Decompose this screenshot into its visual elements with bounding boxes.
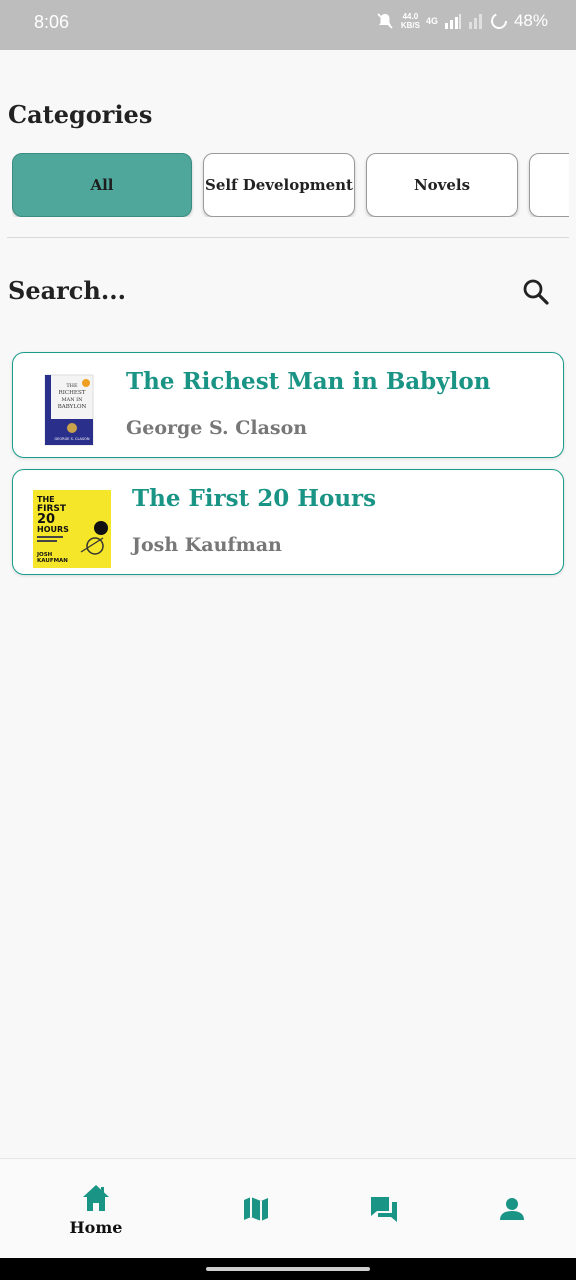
book-card[interactable]: THE FIRST 20 HOURS JOSH KAUFMAN The Firs… [12, 469, 564, 575]
cover-text: THE [37, 495, 55, 504]
book-author: George S. Clason [126, 417, 308, 439]
book-cover-richest-man: THE RICHEST MAN IN BABYLON GEORGE S. CLA… [44, 374, 94, 446]
bottom-navigation: Home [0, 1158, 576, 1258]
cover-text: GEORGE S. CLASON [54, 437, 89, 441]
map-icon [244, 1197, 268, 1221]
signal-secondary-icon [468, 14, 482, 29]
battery-percent: 48% [513, 11, 548, 30]
mute-icon [377, 13, 393, 29]
category-chip-all[interactable]: All [12, 153, 192, 217]
network-speed-unit: KB/S [400, 21, 420, 30]
category-chip-novels[interactable]: Novels [366, 153, 518, 217]
status-icons: 44.0 KB/S 4G 48% [375, 11, 548, 31]
category-chip-row: All Self Development Novels [12, 153, 569, 217]
nav-item-chat[interactable] [312, 1159, 456, 1259]
network-type: 4G [425, 16, 438, 26]
gesture-handle[interactable] [206, 1267, 370, 1271]
book-card[interactable]: THE RICHEST MAN IN BABYLON GEORGE S. CLA… [12, 352, 564, 458]
nav-item-profile[interactable] [440, 1159, 576, 1259]
signal-icon [444, 14, 461, 29]
nav-item-map[interactable] [184, 1159, 328, 1259]
search-icon[interactable] [522, 278, 550, 306]
divider [7, 237, 569, 238]
categories-title: Categories [8, 100, 153, 129]
person-icon [500, 1198, 524, 1220]
category-chip-more[interactable] [529, 153, 569, 217]
cover-text: RICHEST [59, 390, 86, 396]
home-icon [83, 1184, 109, 1211]
nav-label-home: Home [69, 1217, 123, 1237]
book-title: The First 20 Hours [132, 485, 377, 512]
book-title: The Richest Man in Babylon [126, 368, 491, 395]
search-label[interactable]: Search... [8, 276, 126, 305]
category-chip-self-development[interactable]: Self Development [203, 153, 355, 217]
book-cover-first-20-hours: THE FIRST 20 HOURS JOSH KAUFMAN [33, 490, 111, 568]
cover-text: BABYLON [58, 404, 87, 410]
book-author: Josh Kaufman [132, 534, 282, 556]
chat-icon [371, 1197, 397, 1222]
cover-text: KAUFMAN [37, 558, 68, 564]
cover-text: THE [66, 383, 78, 389]
battery-icon [490, 13, 507, 29]
network-speed: 44.0 KB/S [401, 12, 420, 30]
network-speed-value: 44.0 [402, 12, 419, 21]
cover-text: HOURS [37, 525, 69, 534]
status-time: 8:06 [34, 12, 70, 32]
system-navigation-bar [0, 1258, 576, 1280]
status-bar: 8:06 44.0 KB/S 4G 48% [0, 0, 576, 50]
nav-item-home[interactable]: Home [24, 1159, 168, 1259]
cover-text: MAN IN [61, 397, 83, 403]
